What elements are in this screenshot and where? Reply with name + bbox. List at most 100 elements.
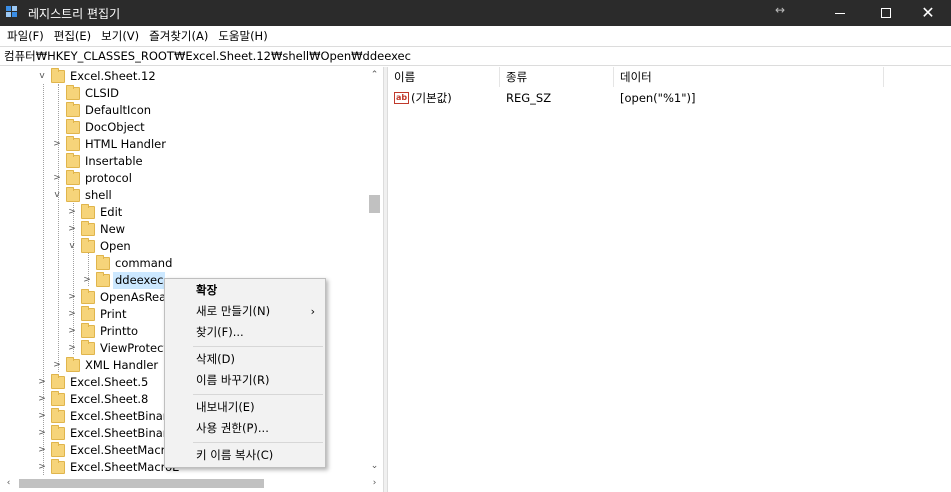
chevron-right-icon[interactable]: >: [66, 306, 78, 323]
menu-help[interactable]: 도움말(H): [213, 26, 272, 46]
folder-icon: [66, 153, 80, 168]
chevron-right-icon[interactable]: >: [36, 459, 48, 476]
folder-icon: [66, 187, 80, 202]
menu-separator: [193, 394, 323, 395]
chevron-down-icon[interactable]: v: [36, 68, 48, 85]
tree-node[interactable]: > protocol: [0, 170, 366, 187]
chevron-right-icon[interactable]: >: [36, 425, 48, 442]
menu-bar: 파일(F) 편집(E) 보기(V) 즐겨찾기(A) 도움말(H): [0, 26, 951, 46]
chevron-right-icon[interactable]: >: [66, 289, 78, 306]
resize-icon: ↔: [775, 3, 786, 17]
tree-node[interactable]: v Excel.Sheet.12: [0, 68, 366, 85]
menu-find[interactable]: 찾기(F)...: [165, 322, 325, 343]
tree-node-label: CLSID: [85, 86, 119, 100]
minimize-icon: [835, 12, 845, 14]
scroll-left-icon[interactable]: ‹: [0, 475, 17, 492]
chevron-right-icon[interactable]: >: [36, 442, 48, 459]
menu-expand[interactable]: 확장: [165, 280, 325, 301]
address-bar[interactable]: 컴퓨터₩HKEY_CLASSES_ROOT₩Excel.Sheet.12₩she…: [0, 46, 951, 66]
folder-icon: [81, 238, 95, 253]
chevron-right-icon[interactable]: >: [51, 357, 63, 374]
menu-rename[interactable]: 이름 바꾸기(R): [165, 370, 325, 391]
menu-export[interactable]: 내보내기(E): [165, 397, 325, 418]
folder-icon: [66, 136, 80, 151]
value-data: [open("%1")]: [620, 91, 696, 105]
menu-delete[interactable]: 삭제(D): [165, 349, 325, 370]
tree-node-label: DocObject: [85, 120, 145, 134]
chevron-down-icon[interactable]: v: [51, 187, 63, 204]
chevron-right-icon[interactable]: >: [36, 391, 48, 408]
value-row[interactable]: ab (기본값) REG_SZ [open("%1")]: [388, 89, 951, 107]
menu-separator: [193, 346, 323, 347]
folder-icon: [66, 170, 80, 185]
folder-icon: [96, 255, 110, 270]
folder-icon: [51, 68, 65, 83]
registry-editor-icon: [6, 6, 20, 20]
chevron-right-icon[interactable]: >: [66, 221, 78, 238]
tree-node-label: Excel.Sheet.12: [70, 69, 156, 83]
menu-view[interactable]: 보기(V): [96, 26, 144, 46]
tree-node-label: Printto: [100, 324, 138, 338]
tree-node[interactable]: > HTML Handler: [0, 136, 366, 153]
tree-horizontal-scrollbar[interactable]: ‹ ›: [0, 475, 383, 492]
tree-node-label: Insertable: [85, 154, 143, 168]
column-data[interactable]: 데이터: [614, 67, 884, 87]
chevron-down-icon[interactable]: v: [66, 238, 78, 255]
folder-icon: [66, 102, 80, 117]
tree-node[interactable]: DocObject: [0, 119, 366, 136]
chevron-right-icon[interactable]: >: [66, 340, 78, 357]
folder-icon: [51, 374, 65, 389]
chevron-right-icon[interactable]: >: [66, 204, 78, 221]
menu-file[interactable]: 파일(F): [2, 26, 49, 46]
folder-icon: [51, 459, 65, 474]
chevron-right-icon[interactable]: >: [81, 272, 93, 289]
tree-node-label: XML Handler: [85, 358, 159, 372]
tree-node-label: command: [115, 256, 173, 270]
maximize-button[interactable]: [863, 0, 909, 26]
submenu-arrow-icon: ›: [310, 305, 315, 318]
scroll-up-icon[interactable]: ⌃: [366, 67, 383, 84]
tree-node[interactable]: > New: [0, 221, 366, 238]
minimize-button[interactable]: [817, 0, 863, 26]
tree-node[interactable]: > Edit: [0, 204, 366, 221]
tree-vertical-scrollbar[interactable]: ⌃ ⌄: [366, 67, 383, 475]
menu-favorites[interactable]: 즐겨찾기(A): [144, 26, 213, 46]
chevron-right-icon[interactable]: >: [51, 136, 63, 153]
scroll-right-icon[interactable]: ›: [366, 475, 383, 492]
tree-node[interactable]: v Open: [0, 238, 366, 255]
menu-permissions[interactable]: 사용 권한(P)...: [165, 418, 325, 439]
tree-node[interactable]: CLSID: [0, 85, 366, 102]
context-menu: 확장 새로 만들기(N) › 찾기(F)... 삭제(D) 이름 바꾸기(R) …: [164, 278, 326, 468]
folder-icon: [51, 442, 65, 457]
folder-icon: [66, 119, 80, 134]
close-button[interactable]: ✕: [905, 0, 951, 26]
folder-icon: [81, 221, 95, 236]
column-name[interactable]: 이름: [388, 67, 500, 87]
string-value-icon: ab: [394, 92, 409, 104]
tree-node-label: New: [100, 222, 126, 236]
tree-node-label: Open: [100, 239, 131, 253]
folder-icon: [66, 357, 80, 372]
chevron-right-icon[interactable]: >: [51, 170, 63, 187]
list-header: 이름 종류 데이터: [388, 67, 951, 87]
menu-copy-key-name[interactable]: 키 이름 복사(C): [165, 445, 325, 466]
chevron-right-icon[interactable]: >: [36, 374, 48, 391]
tree-node[interactable]: v shell: [0, 187, 366, 204]
tree-node-label: Excel.Sheet.8: [70, 392, 149, 406]
tree-node[interactable]: DefaultIcon: [0, 102, 366, 119]
title-bar: 레지스트리 편집기 ↔ ✕: [0, 0, 951, 26]
menu-edit[interactable]: 편집(E): [49, 26, 96, 46]
scroll-down-icon[interactable]: ⌄: [366, 458, 383, 475]
column-type[interactable]: 종류: [500, 67, 614, 87]
menu-new[interactable]: 새로 만들기(N) ›: [165, 301, 325, 322]
tree-node[interactable]: Insertable: [0, 153, 366, 170]
tree-node-label: Print: [100, 307, 127, 321]
chevron-right-icon[interactable]: >: [36, 408, 48, 425]
scroll-thumb-horizontal[interactable]: [19, 479, 264, 488]
menu-separator: [193, 442, 323, 443]
tree-node[interactable]: command: [0, 255, 366, 272]
folder-icon: [81, 306, 95, 321]
chevron-right-icon[interactable]: >: [66, 323, 78, 340]
tree-node-label: ddeexec: [113, 272, 166, 289]
scroll-thumb[interactable]: [369, 195, 380, 213]
